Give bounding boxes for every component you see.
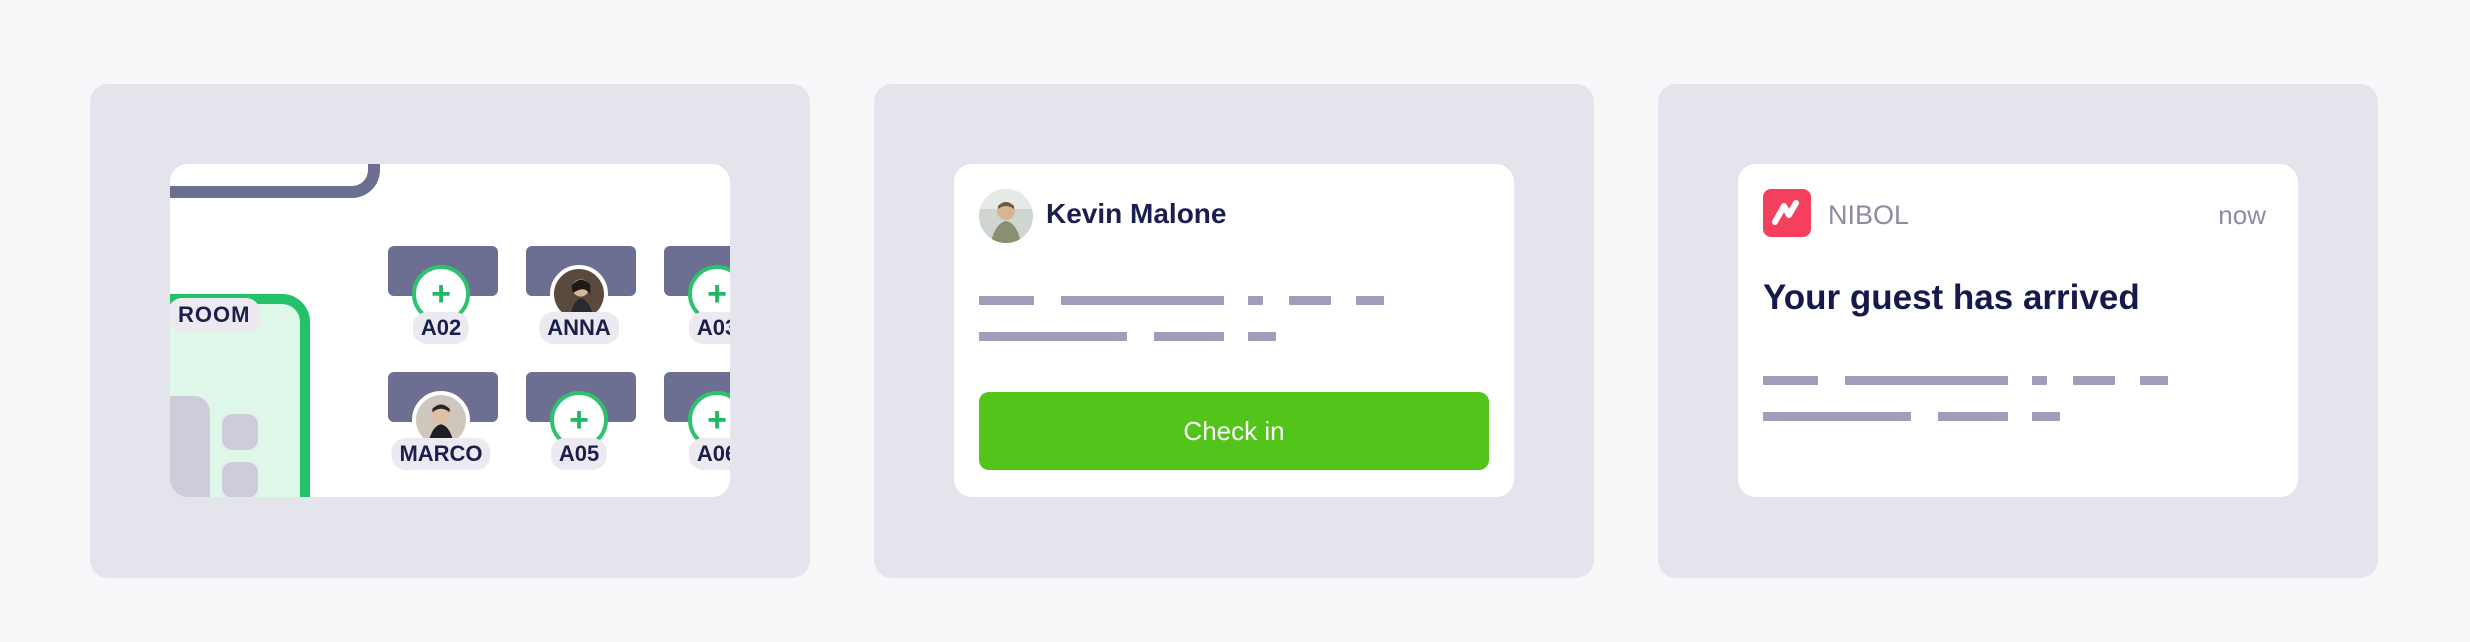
text-placeholder (2032, 412, 2060, 421)
nibol-logo-icon (1763, 189, 1811, 237)
room-label: ROOM (170, 298, 261, 332)
seat-label: MARCO (391, 438, 491, 470)
text-placeholder (979, 332, 1127, 341)
text-placeholder (2140, 376, 2168, 385)
seat-label: A06 (688, 438, 730, 470)
room-chair-small (222, 414, 258, 450)
seat-label: A02 (412, 312, 470, 344)
text-placeholder (1289, 296, 1331, 305)
seat-label: A05 (550, 438, 608, 470)
text-placeholder (1763, 376, 1818, 385)
text-placeholder (2032, 376, 2047, 385)
room-chair (170, 396, 210, 497)
notification-card[interactable]: NIBOL now Your guest has arrived (1738, 164, 2298, 497)
text-placeholder (979, 296, 1034, 305)
app-name: NIBOL (1828, 200, 1910, 230)
text-placeholder (1938, 412, 2008, 421)
text-placeholder (2073, 376, 2115, 385)
text-placeholder (1061, 296, 1224, 305)
plus-icon: + (707, 401, 727, 439)
text-placeholder (1154, 332, 1224, 341)
text-placeholder (1763, 412, 1911, 421)
guest-avatar-image (979, 189, 1033, 243)
guest-panel: Kevin Malone Check in (874, 84, 1594, 578)
plus-icon: + (431, 275, 451, 313)
guest-avatar (979, 189, 1033, 243)
check-in-button[interactable]: Check in (979, 392, 1489, 470)
floor-map-panel: ROOM + + A02 ANNA A03 (90, 84, 810, 578)
notification-time: now (2218, 200, 2266, 230)
plus-icon: + (707, 275, 727, 313)
floor-map-card: ROOM + + A02 ANNA A03 (170, 164, 730, 497)
room-chair-small (222, 462, 258, 497)
guest-card: Kevin Malone Check in (954, 164, 1514, 497)
text-placeholder (1356, 296, 1384, 305)
notification-title: Your guest has arrived (1763, 278, 2140, 317)
seat-label: ANNA (539, 312, 619, 344)
guest-name: Kevin Malone (1046, 198, 1227, 229)
text-placeholder (1248, 296, 1263, 305)
text-placeholder (1845, 376, 2008, 385)
plus-icon: + (569, 401, 589, 439)
wall-outline (170, 164, 380, 198)
notification-panel: NIBOL now Your guest has arrived (1658, 84, 2378, 578)
seat-label: A03 (688, 312, 730, 344)
text-placeholder (1248, 332, 1276, 341)
